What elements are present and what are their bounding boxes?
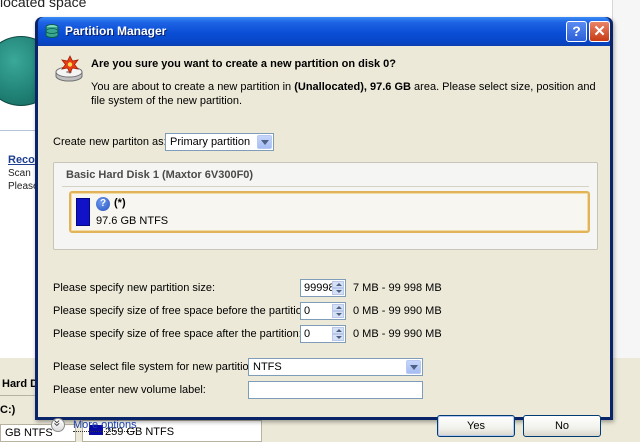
- new-partition-icon: [55, 55, 83, 82]
- chevron-down-icon[interactable]: [257, 135, 272, 149]
- no-button[interactable]: No: [523, 415, 601, 437]
- help-button[interactable]: ?: [566, 21, 587, 42]
- file-system-select[interactable]: NTFS: [248, 358, 423, 376]
- more-options-link[interactable]: More options: [73, 419, 137, 432]
- dialog-description: You are about to create a new partition …: [91, 80, 596, 108]
- description-area-bold: (Unallocated), 97.6 GB: [294, 81, 411, 93]
- partition-color-block: [76, 198, 90, 226]
- free-after-value: 0: [304, 328, 311, 340]
- partition-size-label: Please specify new partition size:: [53, 282, 216, 294]
- partition-size-value: 99998: [304, 282, 335, 294]
- free-after-range: 0 MB - 99 990 MB: [353, 328, 442, 340]
- partition-size-range: 7 MB - 99 998 MB: [353, 282, 442, 294]
- recovery-link[interactable]: Reco: [8, 154, 35, 166]
- new-partition-block[interactable]: ? (*) 97.6 GB NTFS: [69, 191, 590, 233]
- free-after-label: Please specify size of free space after …: [53, 328, 302, 340]
- stepper-up-icon[interactable]: [332, 281, 344, 288]
- partition-type-value: Primary partition: [170, 136, 251, 148]
- free-after-stepper[interactable]: 0: [300, 325, 346, 343]
- divider: [0, 130, 40, 131]
- disk-title: Basic Hard Disk 1 (Maxtor 6V300F0): [66, 169, 254, 181]
- free-before-value: 0: [304, 305, 311, 317]
- stepper-down-icon[interactable]: [332, 288, 344, 295]
- dialog-title: Partition Manager: [65, 24, 167, 38]
- hard-disk-label: Hard Di: [0, 374, 40, 396]
- volume-label-label: Please enter new volume label:: [53, 384, 206, 396]
- partition-manager-dialog: Partition Manager ? ✕ Are you sure you w…: [35, 17, 613, 437]
- partition-size: 97.6 GB NTFS: [96, 215, 169, 227]
- stepper-up-icon[interactable]: [332, 327, 344, 334]
- question-icon: ?: [96, 197, 110, 211]
- background-header-text: located space: [0, 0, 87, 10]
- drive-c-label: C:): [0, 404, 16, 416]
- stepper-up-icon[interactable]: [332, 304, 344, 311]
- free-before-label: Please specify size of free space before…: [53, 305, 312, 317]
- please-text: Please: [8, 181, 39, 192]
- stepper-down-icon[interactable]: [332, 311, 344, 318]
- stepper-buttons[interactable]: [332, 304, 344, 318]
- volume-label-input[interactable]: [248, 381, 423, 399]
- stepper-buttons[interactable]: [332, 281, 344, 295]
- chevron-down-icon[interactable]: [406, 360, 421, 374]
- stepper-buttons[interactable]: [332, 327, 344, 341]
- app-icon: [45, 24, 59, 38]
- file-system-label: Please select file system for new partit…: [53, 361, 258, 373]
- scan-text: Scan: [8, 168, 31, 179]
- free-before-range: 0 MB - 99 990 MB: [353, 305, 442, 317]
- expand-chevron-icon[interactable]: [51, 418, 65, 432]
- description-text: You are about to create a new partition …: [91, 81, 295, 93]
- free-before-stepper[interactable]: 0: [300, 302, 346, 320]
- dialog-question: Are you sure you want to create a new pa…: [91, 58, 397, 70]
- partition-type-select[interactable]: Primary partition: [165, 133, 274, 151]
- title-bar[interactable]: Partition Manager ? ✕: [38, 17, 610, 46]
- file-system-value: NTFS: [253, 361, 282, 373]
- close-button[interactable]: ✕: [589, 21, 610, 42]
- yes-button[interactable]: Yes: [437, 415, 515, 437]
- disk-layout-panel: Basic Hard Disk 1 (Maxtor 6V300F0) ? (*)…: [53, 162, 598, 250]
- partition-name: (*): [114, 197, 126, 209]
- partition-size-stepper[interactable]: 99998: [300, 279, 346, 297]
- dialog-body: Are you sure you want to create a new pa…: [38, 46, 610, 437]
- create-as-label: Create new partiton as:: [53, 136, 167, 148]
- divider: [62, 186, 589, 187]
- stepper-down-icon[interactable]: [332, 334, 344, 341]
